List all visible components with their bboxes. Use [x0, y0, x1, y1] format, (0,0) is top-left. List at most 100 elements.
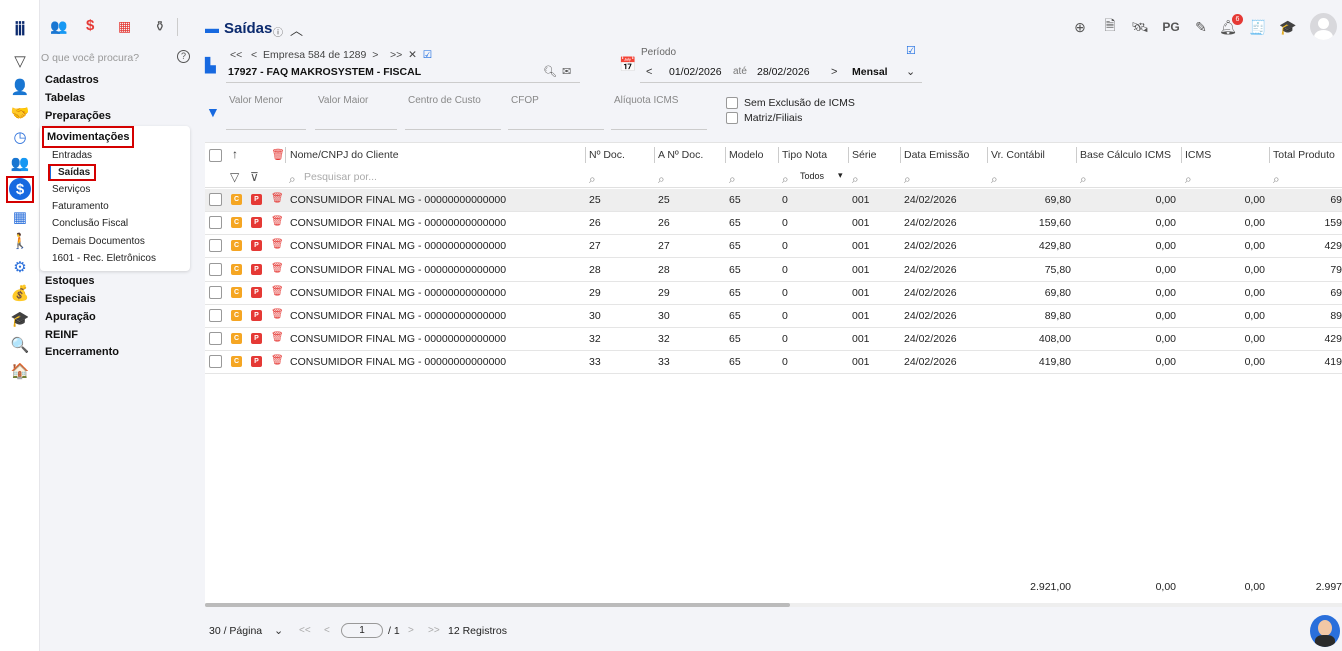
submenu-faturamento[interactable]: Faturamento [52, 201, 109, 212]
search-icon[interactable]: 🔍︎ [543, 65, 557, 78]
row-checkbox[interactable] [209, 355, 222, 369]
search-icon[interactable]: ⌕ [904, 172, 911, 187]
valor-menor-input[interactable] [226, 129, 306, 130]
valor-maior-input[interactable] [315, 129, 397, 130]
add-circle-icon[interactable]: ⊕ [1069, 16, 1091, 38]
trash-icon[interactable]: 🗑 [271, 216, 284, 227]
badge-c[interactable]: C [231, 263, 242, 275]
date-to[interactable]: 28/02/2026 [757, 66, 810, 78]
submenu-demais-documentos[interactable]: Demais Documentos [52, 236, 145, 247]
next-page-icon[interactable]: > [408, 625, 414, 636]
row-checkbox[interactable] [209, 216, 222, 230]
menu-cadastros[interactable]: Cadastros [45, 74, 99, 86]
search-icon[interactable]: ⌕ [729, 172, 736, 187]
close-icon[interactable]: ✕ [408, 49, 417, 61]
prev-page-icon[interactable]: < [324, 625, 330, 636]
col-tipo[interactable]: Tipo Nota [782, 149, 827, 161]
badge-p[interactable]: P [251, 333, 262, 345]
aliquota-input[interactable] [611, 129, 707, 130]
graduation-cap-icon[interactable]: 🎓 [1277, 16, 1299, 38]
matriz-checkbox[interactable] [726, 112, 738, 124]
receipt-search-icon[interactable]: 🧾 [1247, 16, 1269, 38]
scrollbar-thumb[interactable] [205, 603, 790, 607]
row-checkbox[interactable] [209, 332, 222, 346]
people-icon[interactable]: 👥 [50, 18, 67, 35]
badge-c[interactable]: C [231, 286, 242, 298]
badge-p[interactable]: P [251, 286, 262, 298]
prev-period-icon[interactable]: < [646, 66, 652, 78]
dollar-icon[interactable]: $ [86, 17, 94, 34]
page-input[interactable]: 1 [341, 623, 383, 638]
assistant-avatar[interactable] [1310, 615, 1340, 647]
col-nome[interactable]: Nome/CNPJ do Cliente [290, 149, 399, 161]
person-walk-icon[interactable]: 🚶 [9, 230, 31, 252]
caret-down-icon[interactable]: ▾ [838, 170, 843, 181]
checkbox-icon[interactable]: ☑ [423, 49, 432, 61]
table-row[interactable]: C P 🗑 CONSUMIDOR FINAL MG - 00000000000000 2… [205, 259, 1342, 282]
row-checkbox[interactable] [209, 239, 222, 253]
badge-c[interactable]: C [231, 217, 242, 229]
handshake-icon[interactable]: 🤝 [9, 102, 31, 124]
home-icon[interactable]: 🏠 [9, 360, 31, 382]
clock-icon[interactable]: ◷ [9, 126, 31, 148]
badge-p[interactable]: P [251, 217, 262, 229]
person-card-icon[interactable]: 👤 [9, 76, 31, 98]
trash-icon[interactable]: 🗑 [271, 355, 284, 366]
date-from[interactable]: 01/02/2026 [669, 66, 722, 78]
menu-estoques[interactable]: Estoques [45, 275, 95, 287]
menu-reinf[interactable]: REINF [45, 329, 78, 341]
table-row[interactable]: C P 🗑 CONSUMIDOR FINAL MG - 00000000000000 2… [205, 212, 1342, 236]
last-page-icon[interactable]: >> [390, 49, 402, 61]
sort-up-icon[interactable]: ↑ [232, 147, 238, 161]
per-page-chevron-icon[interactable]: ⌄ [274, 624, 283, 637]
grid-icon[interactable]: ▦ [118, 18, 131, 35]
period-mode-select[interactable]: Mensal [852, 66, 888, 78]
table-row[interactable]: C P 🗑 CONSUMIDOR FINAL MG - 00000000000000 3… [205, 328, 1342, 352]
col-total[interactable]: Total Produto [1273, 149, 1335, 161]
info-icon[interactable]: ⓘ [273, 24, 283, 39]
trash-icon[interactable]: 🗑 [271, 263, 284, 274]
money-bag-icon[interactable]: 💰 [9, 282, 31, 304]
menu-tabelas[interactable]: Tabelas [45, 92, 85, 104]
row-checkbox[interactable] [209, 262, 222, 276]
col-contabil[interactable]: Vr. Contábil [991, 149, 1045, 161]
help-icon[interactable]: ? [177, 50, 190, 63]
table-row[interactable]: C P 🗑 CONSUMIDOR FINAL MG - 00000000000000 3… [205, 305, 1342, 328]
col-base[interactable]: Base Cálculo ICMS [1080, 149, 1171, 161]
badge-p[interactable]: P [251, 310, 262, 321]
badge-c[interactable]: C [231, 333, 242, 345]
network-icon[interactable]: ⚙ [9, 256, 31, 278]
client-search-input[interactable]: Pesquisar por... [304, 171, 377, 183]
collapse-chevron-icon[interactable]: ︿ [290, 20, 303, 39]
submenu-servicos[interactable]: Serviços [52, 184, 90, 195]
first-page-icon[interactable]: << [230, 49, 242, 61]
trash-icon[interactable]: 🗑 [271, 309, 284, 320]
next-period-icon[interactable]: > [831, 66, 837, 78]
select-all-checkbox[interactable] [209, 149, 222, 162]
last-page-icon[interactable]: >> [428, 625, 440, 636]
filter-clear-icon[interactable]: ⊽ [250, 170, 259, 184]
badge-c[interactable]: C [231, 310, 242, 321]
submenu-entradas[interactable]: Entradas [52, 150, 92, 161]
menu-search-input[interactable]: O que você procura? [41, 52, 139, 64]
table-row[interactable]: C P 🗑 CONSUMIDOR FINAL MG - 00000000000000 2… [205, 189, 1342, 212]
table-row[interactable]: C P 🗑 CONSUMIDOR FINAL MG - 00000000000000 2… [205, 235, 1342, 259]
cfop-input[interactable] [508, 129, 604, 130]
menu-encerramento[interactable]: Encerramento [45, 346, 119, 358]
trash-icon[interactable]: 🗑 [271, 286, 284, 297]
edit-icon[interactable]: ✎ [1190, 16, 1212, 38]
menu-especiais[interactable]: Especiais [45, 293, 96, 305]
filter-icon[interactable]: ▽ [9, 50, 31, 72]
badge-p[interactable]: P [251, 263, 262, 275]
badge-c[interactable]: C [231, 194, 242, 205]
search-icon[interactable]: ⌕ [658, 172, 665, 187]
trash-icon[interactable]: 🗑 [271, 193, 284, 204]
col-ndoc[interactable]: Nº Doc. [589, 149, 625, 161]
sem-exclusao-checkbox[interactable] [726, 97, 738, 109]
tipo-filter-select[interactable]: Todos [800, 171, 824, 181]
graduation-cap-icon[interactable]: 🎓 [9, 308, 31, 330]
search-icon[interactable]: ⌕ [991, 172, 998, 187]
menu-preparacoes[interactable]: Preparações [45, 110, 111, 122]
user-avatar[interactable] [1310, 13, 1337, 40]
centro-custo-input[interactable] [405, 129, 501, 130]
